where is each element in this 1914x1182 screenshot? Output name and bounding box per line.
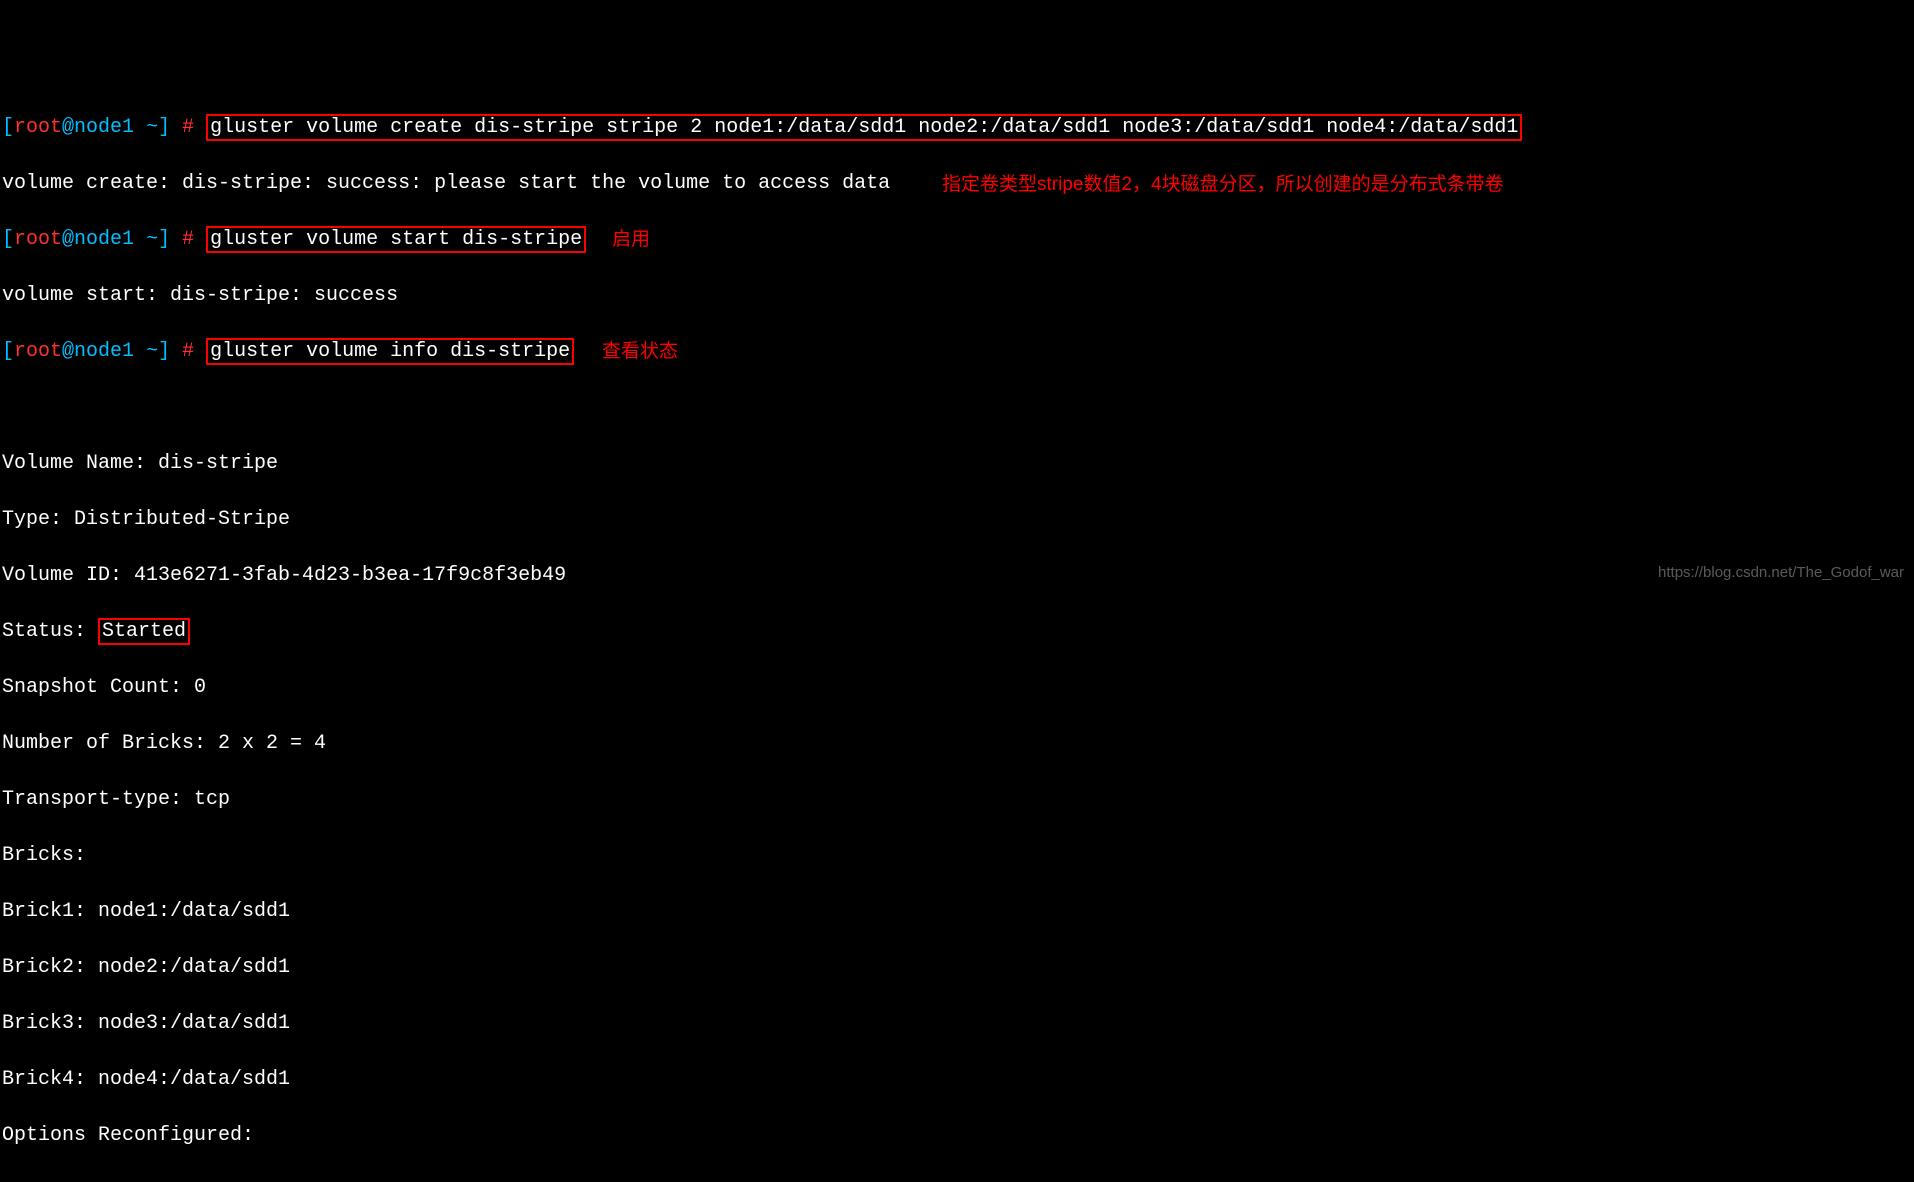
prompt-rbracket: ] <box>158 116 170 139</box>
terminal-line-brick4: Brick4: node4:/data/sdd1 <box>2 1066 1912 1094</box>
prompt-lbracket: [ <box>2 116 14 139</box>
prompt-user: root <box>14 228 62 251</box>
prompt-rbracket: ] <box>158 340 170 363</box>
highlight-info-command: gluster volume info dis-stripe <box>206 338 574 365</box>
prompt-hash: # <box>170 116 206 139</box>
highlight-status: Started <box>98 618 190 645</box>
terminal-line-brick3: Brick3: node3:/data/sdd1 <box>2 1010 1912 1038</box>
prompt-lbracket: [ <box>2 228 14 251</box>
output-create: volume create: dis-stripe: success: plea… <box>2 172 890 195</box>
command-start[interactable]: gluster volume start dis-stripe <box>210 228 582 251</box>
command-info[interactable]: gluster volume info dis-stripe <box>210 340 570 363</box>
prompt-lbracket: [ <box>2 340 14 363</box>
output-volume-name: Volume Name: dis-stripe <box>2 452 278 475</box>
prompt-host: node1 <box>74 116 134 139</box>
annotation-start: 启用 <box>612 227 650 254</box>
prompt-at: @ <box>62 228 74 251</box>
terminal-line-transport: Transport-type: tcp <box>2 786 1912 814</box>
prompt-at: @ <box>62 116 74 139</box>
terminal-line-5: [root@node1 ~] # gluster volume info dis… <box>2 338 1912 366</box>
output-brick4: Brick4: node4:/data/sdd1 <box>2 1068 290 1091</box>
terminal-line-type: Type: Distributed-Stripe <box>2 506 1912 534</box>
prompt-user: root <box>14 116 62 139</box>
output-brick3: Brick3: node3:/data/sdd1 <box>2 1012 290 1035</box>
output-snapshot-count: Snapshot Count: 0 <box>2 676 206 699</box>
annotation-info: 查看状态 <box>602 339 678 366</box>
terminal-line-brick2: Brick2: node2:/data/sdd1 <box>2 954 1912 982</box>
output-volume-id: Volume ID: 413e6271-3fab-4d23-b3ea-17f9c… <box>2 564 566 587</box>
command-create[interactable]: gluster volume create dis-stripe stripe … <box>210 116 1518 139</box>
terminal-line-snapshot: Snapshot Count: 0 <box>2 674 1912 702</box>
terminal-line-brick1: Brick1: node1:/data/sdd1 <box>2 898 1912 926</box>
output-number-of-bricks: Number of Bricks: 2 x 2 = 4 <box>2 732 326 755</box>
prompt-hash: # <box>170 340 206 363</box>
prompt-cwd: ~ <box>134 116 158 139</box>
output-options: Options Reconfigured: <box>2 1124 254 1147</box>
output-brick2: Brick2: node2:/data/sdd1 <box>2 956 290 979</box>
terminal-line-bricks-header: Bricks: <box>2 842 1912 870</box>
terminal-line-bricks-num: Number of Bricks: 2 x 2 = 4 <box>2 730 1912 758</box>
output-brick1: Brick1: node1:/data/sdd1 <box>2 900 290 923</box>
output-start: volume start: dis-stripe: success <box>2 284 398 307</box>
output-type: Type: Distributed-Stripe <box>2 508 290 531</box>
prompt-user: root <box>14 340 62 363</box>
terminal-line-volume-id: Volume ID: 413e6271-3fab-4d23-b3ea-17f9c… <box>2 562 1912 590</box>
prompt-hash: # <box>170 228 206 251</box>
terminal-line-4: volume start: dis-stripe: success <box>2 282 1912 310</box>
output-blank1 <box>2 396 14 419</box>
terminal-line-blank1 <box>2 394 1912 422</box>
prompt-at: @ <box>62 340 74 363</box>
terminal-line-volume-name: Volume Name: dis-stripe <box>2 450 1912 478</box>
output-status-value: Started <box>102 620 186 643</box>
prompt-cwd: ~ <box>134 228 158 251</box>
prompt-host: node1 <box>74 340 134 363</box>
terminal-line-3: [root@node1 ~] # gluster volume start di… <box>2 226 1912 254</box>
terminal-line-2: volume create: dis-stripe: success: plea… <box>2 170 1912 198</box>
output-transport-type: Transport-type: tcp <box>2 788 230 811</box>
terminal-line-status: Status: Started <box>2 618 1912 646</box>
watermark-text: https://blog.csdn.net/The_Godof_war <box>1658 562 1904 583</box>
annotation-create: 指定卷类型stripe数值2，4块磁盘分区，所以创建的是分布式条带卷 <box>942 172 1504 199</box>
terminal-line-options: Options Reconfigured: <box>2 1122 1912 1150</box>
highlight-start-command: gluster volume start dis-stripe <box>206 226 586 253</box>
prompt-host: node1 <box>74 228 134 251</box>
prompt-cwd: ~ <box>134 340 158 363</box>
output-bricks-header: Bricks: <box>2 844 86 867</box>
prompt-rbracket: ] <box>158 228 170 251</box>
highlight-create-command: gluster volume create dis-stripe stripe … <box>206 114 1522 141</box>
output-status-label: Status: <box>2 620 98 643</box>
terminal-line-1: [root@node1 ~] # gluster volume create d… <box>2 114 1912 142</box>
